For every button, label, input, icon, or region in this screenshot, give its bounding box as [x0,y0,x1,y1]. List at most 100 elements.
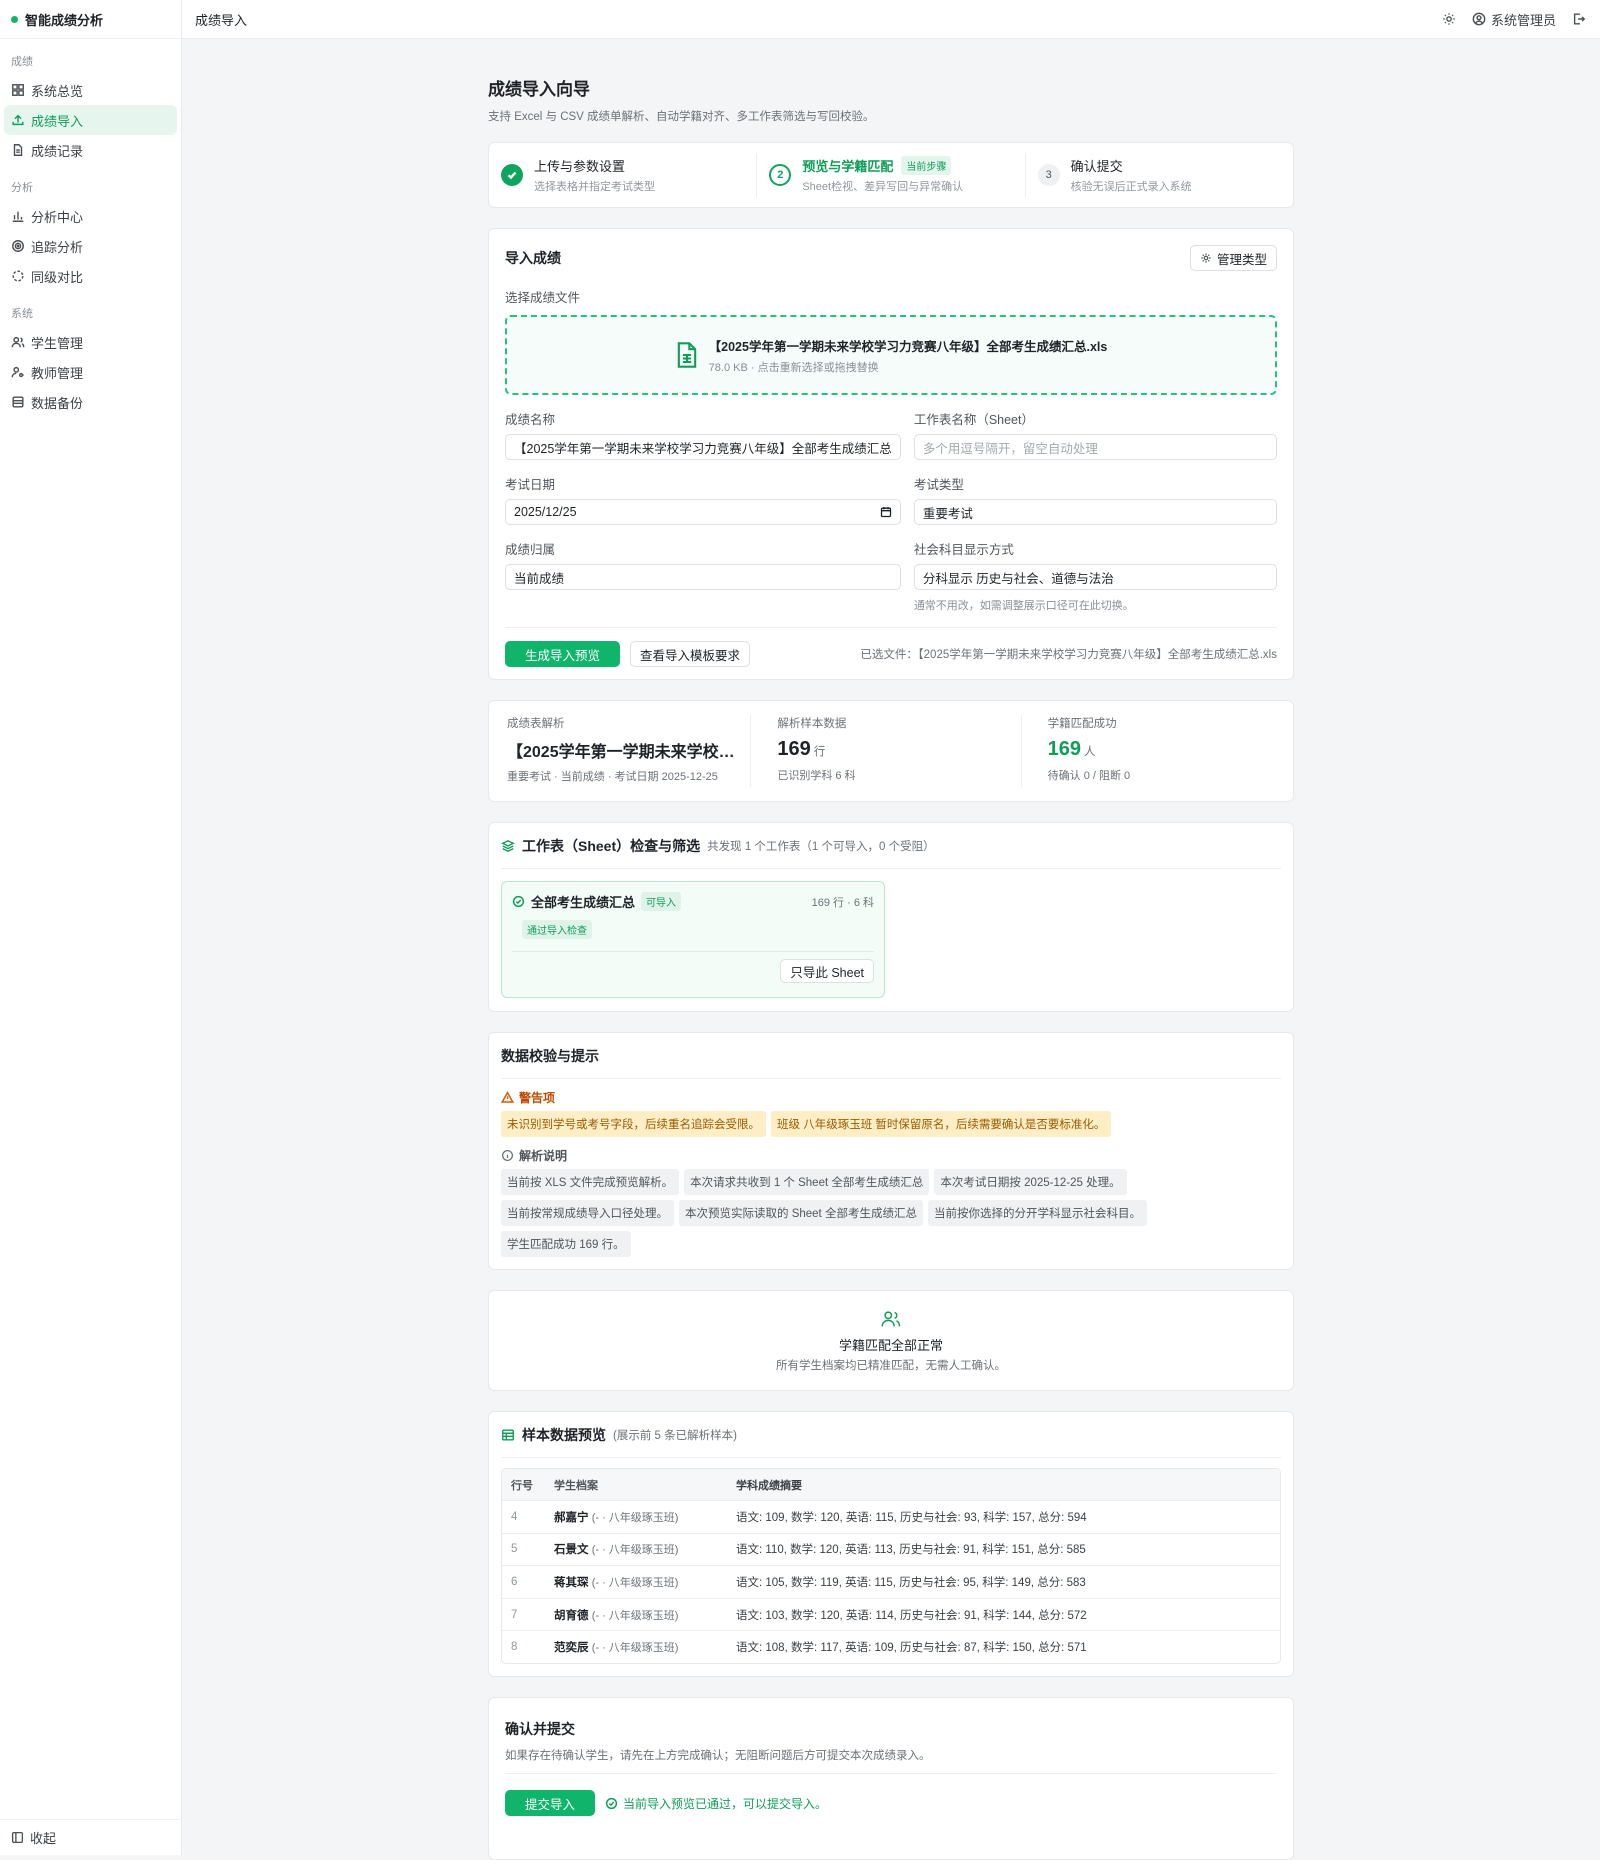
step-desc: 选择表格并指定考试类型 [534,181,655,193]
user-name: 系统管理员 [1490,12,1556,28]
breadcrumb: 成绩导入 [195,12,248,28]
sidebar-item-students[interactable]: 学生管理 [4,327,177,357]
student-meta: (- · 八年级琢玉班) [591,1544,679,1557]
sidebar-item-records[interactable]: 成绩记录 [4,135,177,165]
gear-icon [1201,253,1211,263]
button-label: 管理类型 [1216,252,1267,267]
row-number: 6 [511,1575,518,1588]
sheet-name: 全部考生成绩汇总 [531,895,636,910]
selected-file-name: 【2025学年第一学期未来学校学习力竞赛八年级】全部考生成绩汇总.xls [708,339,1108,354]
info-chip: 当前按 XLS 文件完成预览解析。 [501,1169,680,1195]
stat-value: 169 行 [777,738,1020,761]
brand-name: 智能成绩分析 [25,12,104,28]
info-icon [501,1149,514,1162]
sidebar-item-label: 系统总览 [31,83,84,99]
sidebar-item-tracking[interactable]: 追踪分析 [4,231,177,261]
stat-label: 成绩表解析 [507,718,565,730]
user-key-icon [11,366,24,378]
sidebar-item-label: 成绩导入 [31,113,84,129]
stat-foot: 已识别学科 6 科 [777,770,856,782]
generate-preview-button[interactable]: 生成导入预览 [505,641,621,667]
student-meta: (- · 八年级琢玉班) [591,1642,679,1655]
student-cell: 郝嘉宁 (- · 八年级琢玉班) [554,1509,736,1525]
sidebar-item-label: 分析中心 [31,209,84,225]
sidebar-item-analysis[interactable]: 分析中心 [4,201,177,231]
student-name: 胡育德 [554,1609,589,1622]
student-name: 蒋其琛 [554,1576,589,1589]
step-title: 预览与学籍匹配 当前步骤 [802,156,963,175]
stat-foot: 待确认 0 / 阻断 0 [1047,770,1131,782]
student-meta: (- · 八年级琢玉班) [591,1609,679,1622]
sheet-item[interactable]: 全部考生成绩汇总 可导入 169 行 · 6 科 通过导入检查 只导此 Shee… [501,881,885,998]
manage-types-button[interactable]: 管理类型 [1189,245,1277,271]
section-title: 数据校验与提示 [501,1047,599,1064]
column-header: 行号 [511,1479,533,1492]
step-2: 2 预览与学籍匹配 当前步骤 Sheet检视、差异写回与异常确认 [756,153,1024,197]
step-title: 上传与参数设置 [534,159,626,174]
column-header: 学生档案 [554,1479,598,1492]
sidebar-collapse-button[interactable]: 收起 [0,1819,182,1855]
divider [505,1773,1277,1774]
layers-icon [501,839,515,852]
warning-chip: 未识别到学号或考号字段，后续重名追踪会受限。 [501,1111,766,1137]
page-title: 成绩导入向导 [488,80,590,99]
stat-unit: 行 [813,746,826,758]
section-note: (展示前 5 条已解析样本) [613,1429,737,1442]
info-chip: 当前按常规成绩导入口径处理。 [501,1200,674,1226]
field-label: 考试类型 [913,478,964,492]
file-dropzone[interactable]: 【2025学年第一学期未来学校学习力竞赛八年级】全部考生成绩汇总.xls 78.… [505,315,1277,395]
step-title-text: 预览与学籍匹配 [802,159,894,174]
score-belong-select[interactable]: 当前成绩 [505,564,901,590]
student-cell: 蒋其琛 (- · 八年级琢玉班) [554,1574,736,1590]
check-circle-icon [605,1797,618,1809]
importable-tag: 可导入 [641,892,682,911]
sidebar-item-import[interactable]: 成绩导入 [4,105,177,135]
logout-icon[interactable] [1572,12,1586,26]
calendar-icon[interactable] [880,506,892,518]
card-subtitle: 如果存在待确认学生，请先在上方完成确认；无阻断问题后方可提交本次成绩录入。 [505,1750,931,1762]
confirm-submit-card: 确认并提交 如果存在待确认学生，请先在上方完成确认；无阻断问题后方可提交本次成绩… [488,1697,1294,1860]
sidebar-item-label: 成绩记录 [31,143,84,159]
student-name: 石景文 [554,1544,589,1557]
topbar: 成绩导入 系统管理员 [182,0,1600,39]
step-title: 确认提交 [1070,159,1123,174]
field-hint: 通常不用改，如需调整展示口径可在此切换。 [913,600,1134,612]
info-chip: 当前按你选择的分开学科显示社会科目。 [927,1200,1147,1226]
step-desc: Sheet检视、差异写回与异常确认 [802,181,964,193]
target-icon [12,240,24,252]
student-name: 范奕辰 [554,1642,589,1655]
info-chip: 学生匹配成功 169 行。 [501,1231,631,1257]
spreadsheet-file-icon [677,342,696,368]
exam-type-select[interactable]: 重要考试 [913,499,1277,525]
page-subtitle: 支持 Excel 与 CSV 成绩单解析、自动学籍对齐、多工作表筛选与写回校验。 [488,111,875,123]
sidebar-item-teachers[interactable]: 教师管理 [4,357,177,387]
stat-label: 解析样本数据 [777,718,847,730]
bar-chart-icon [12,211,24,222]
info-chip: 本次请求共收到 1 个 Sheet 全部考生成绩汇总 [684,1169,930,1195]
social-subject-select[interactable]: 分科显示 历史与社会、道德与法治 [913,564,1277,590]
match-ok-card: 学籍匹配全部正常 所有学生档案均已精准匹配，无需人工确认。 [488,1290,1294,1391]
sun-icon[interactable] [1442,12,1456,26]
selected-file-meta: 78.0 KB · 点击重新选择或拖拽替换 [708,361,879,374]
sheet-name-input[interactable]: 多个用逗号隔开，留空自动处理 [913,434,1277,460]
file-icon [13,144,23,156]
user-menu[interactable]: 系统管理员 [1472,10,1556,29]
submit-import-button[interactable]: 提交导入 [505,1790,596,1816]
brand-dot-icon [11,15,18,23]
sheet-check-card: 工作表（Sheet）检查与筛选 共发现 1 个工作表（1 个可导入，0 个受阻）… [488,822,1294,1012]
sidebar-item-overview[interactable]: 系统总览 [4,75,177,105]
score-name-input[interactable]: 【2025学年第一学期未来学校学习力竞赛八年级】全部考生成绩汇总 [505,434,901,460]
only-this-sheet-button[interactable]: 只导此 Sheet [780,959,874,983]
exam-date-input[interactable]: 2025/12/25 [505,499,901,525]
sidebar-item-compare[interactable]: 同级对比 [4,261,177,291]
sidebar: 智能成绩分析 成绩 系统总览 成绩导入 成绩记录 分析 分析中心 追踪分析 同级… [0,0,182,1855]
sheet-count: 169 行 · 6 科 [811,896,874,909]
view-template-button[interactable]: 查看导入模板要求 [630,641,751,667]
file-label: 选择成绩文件 [505,291,581,305]
row-number: 7 [511,1608,518,1621]
match-ok-title: 学籍匹配全部正常 [838,1338,943,1353]
divider [512,951,874,952]
info-title: 解析说明 [519,1149,568,1163]
parse-stats-card: 成绩表解析 【2025学年第一学期未来学校学习力竞赛八年级】全部考生成绩汇总 重… [488,700,1294,802]
sidebar-item-backup[interactable]: 数据备份 [4,387,177,417]
